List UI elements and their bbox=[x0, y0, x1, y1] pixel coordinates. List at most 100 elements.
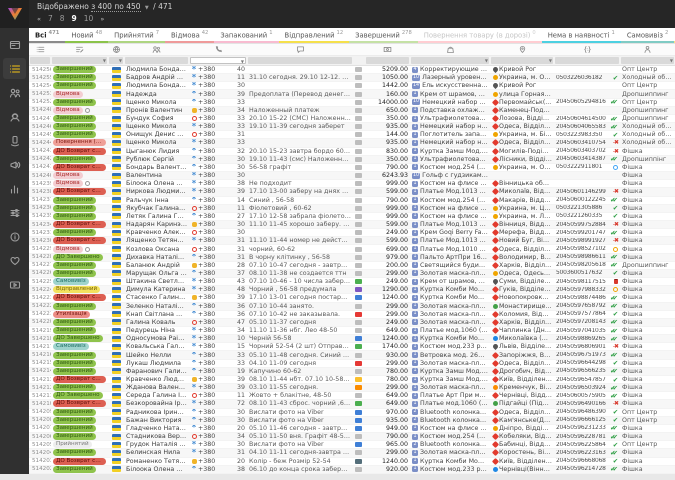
status-column-header[interactable] bbox=[51, 44, 108, 55]
tab-Самовивіз[interactable]: Самовивіз2 bbox=[621, 28, 674, 43]
delivery-city: Дніпро, Відділе... bbox=[499, 425, 552, 432]
sidebar-item-customers[interactable] bbox=[3, 82, 26, 103]
phone-prefix: +380 bbox=[198, 205, 215, 212]
column-filter-input[interactable] bbox=[125, 57, 188, 64]
column-filter-input[interactable]: ▼ bbox=[621, 57, 674, 64]
sidebar-item-orders[interactable] bbox=[3, 58, 26, 79]
tab-Новий[interactable]: Новий48 bbox=[65, 28, 108, 43]
delivery-city: Миколаївка (Од... bbox=[499, 335, 552, 342]
column-filter-input[interactable] bbox=[248, 57, 352, 64]
payment-icon bbox=[355, 442, 362, 447]
total-column-header[interactable] bbox=[365, 44, 410, 55]
order-row[interactable]: 514230ДО Возврат ск...Лященко Тетяна Іва… bbox=[29, 237, 675, 245]
country-cell bbox=[108, 450, 124, 456]
column-filter-input[interactable] bbox=[366, 57, 409, 64]
order-row[interactable]: 514202ЗавершенийБілоока Олена Петр...*+3… bbox=[29, 466, 675, 474]
order-row[interactable]: 514254ЗавершенийЛюдмила Бондарен...*+380… bbox=[29, 82, 675, 90]
order-row[interactable]: 514239ВідмоваБілоока Олена Петр...*+3803… bbox=[29, 180, 675, 188]
column-filter-input[interactable]: ▼ bbox=[411, 57, 489, 64]
status-badge: Завершений bbox=[53, 449, 96, 456]
order-row[interactable]: 514226ЗавершенийМарущак Ольга Іва...*+38… bbox=[29, 270, 675, 278]
column-filter-input[interactable]: ▼ bbox=[491, 57, 553, 64]
delivery-cell: Монастирище, ... bbox=[490, 303, 554, 310]
products-column-header[interactable] bbox=[410, 44, 490, 55]
page-button[interactable]: 7 bbox=[48, 14, 53, 23]
order-row[interactable]: 514241ДО Возврат ск...Бондарь Валентина.… bbox=[29, 164, 675, 172]
order-row[interactable]: 514255ЗавершенийБадров Андрій Вікт...*+3… bbox=[29, 74, 675, 82]
tab-Завершений[interactable]: Завершений278 bbox=[349, 28, 418, 43]
sidebar-item-dashboard[interactable] bbox=[3, 34, 26, 55]
sidebar-item-care[interactable] bbox=[3, 250, 26, 271]
order-row[interactable]: 514231ЗавершенийКравченко Алексей+380302… bbox=[29, 229, 675, 237]
campaign-cell: Фішка bbox=[620, 221, 675, 228]
client-cell: Кравченко Людмила bbox=[124, 376, 189, 383]
tab-Повернення товару (в дорозі)[interactable]: Повернення товару (в дорозі)0 bbox=[418, 28, 542, 43]
page-button[interactable]: 8 bbox=[60, 14, 65, 23]
ttn-number: 20450599201747 bbox=[556, 230, 606, 236]
tab-Всі[interactable]: Всі471 bbox=[29, 28, 65, 43]
phone-column-header[interactable] bbox=[189, 44, 247, 55]
payment-icon bbox=[355, 140, 362, 145]
sidebar-item-callback[interactable] bbox=[3, 130, 26, 151]
sidebar-item-call-center[interactable] bbox=[3, 106, 26, 127]
page-button[interactable]: 9 bbox=[72, 14, 77, 23]
sidebar-item-info[interactable] bbox=[3, 226, 26, 247]
country-column-header[interactable] bbox=[108, 44, 124, 55]
client-cell: Бажан Виктория bbox=[124, 417, 189, 424]
order-id: 514221 bbox=[29, 311, 51, 317]
phone-suffix: 11 bbox=[237, 205, 245, 212]
ukraine-flag-icon bbox=[112, 132, 121, 138]
products-cell: 1Куртка Замш Мод. 250 (1шт. х 8... bbox=[410, 148, 490, 155]
delivered-check-icon: ✔ bbox=[613, 416, 618, 424]
campaign-column-header[interactable] bbox=[620, 44, 675, 55]
column-filter-input[interactable]: ▼ bbox=[190, 57, 246, 64]
id-column-header[interactable] bbox=[29, 44, 51, 55]
order-id: 514252 bbox=[29, 99, 51, 105]
marketing-icon bbox=[9, 159, 21, 171]
tab-Нема в наявності[interactable]: Нема в наявності1 bbox=[542, 28, 621, 43]
ttn-status-icon: ✔✔ bbox=[610, 449, 618, 457]
order-row[interactable]: 514235ЗавершенийЛетяк Галина Григо...*+3… bbox=[29, 213, 675, 221]
last-page-button[interactable]: » bbox=[100, 15, 104, 23]
payment-column-header[interactable] bbox=[353, 44, 365, 55]
ttn-column-header[interactable] bbox=[554, 44, 620, 55]
sidebar-item-statistics[interactable] bbox=[3, 178, 26, 199]
comment-column-header[interactable] bbox=[247, 44, 353, 55]
sidebar-item-video[interactable] bbox=[3, 274, 26, 295]
app-logo[interactable] bbox=[0, 0, 29, 28]
delivery-column-header[interactable] bbox=[490, 44, 554, 55]
order-row[interactable]: 514252ЗавершенийІщенко Микола*+380331400… bbox=[29, 99, 675, 107]
tab-Відмова[interactable]: Відмова42 bbox=[165, 28, 214, 43]
client-column-header[interactable] bbox=[124, 44, 189, 55]
column-filter-input[interactable]: ▼ bbox=[52, 57, 107, 64]
order-row[interactable]: 514218ДО ЗавершеноОдносумова Раіса І...*… bbox=[29, 335, 675, 343]
sidebar-item-marketing[interactable] bbox=[3, 154, 26, 175]
column-filter-input[interactable] bbox=[555, 57, 619, 64]
page-button[interactable]: 10 bbox=[84, 14, 94, 23]
customer-name: Дихавка Наталія Си... bbox=[126, 254, 187, 261]
country-cell bbox=[108, 197, 124, 203]
sidebar-item-settings[interactable] bbox=[3, 202, 26, 223]
opera-source-icon bbox=[191, 393, 197, 398]
order-row[interactable]: 514211ДО ЗавершеноСереда Галина Івані...… bbox=[29, 392, 675, 400]
column-filter-input[interactable]: ▼ bbox=[109, 57, 123, 64]
order-row[interactable]: 514225СамовивізШтакина Светлана*+3804307… bbox=[29, 278, 675, 286]
ukraine-flag-icon bbox=[112, 99, 121, 105]
campaign-cell: Фішка bbox=[620, 343, 675, 350]
tab-Відправлений[interactable]: Відправлений12 bbox=[279, 28, 350, 43]
client-cell: Лященко Тетяна Іва... bbox=[124, 237, 189, 244]
shown-range-selector[interactable]: з 400 по 450 bbox=[91, 2, 140, 12]
order-row[interactable]: 514244Повернення (з...Іщенко Микола*+380… bbox=[29, 139, 675, 147]
products-cell: 1Подставка охлаждающая для н... bbox=[410, 107, 490, 114]
star-source-icon: * bbox=[191, 174, 197, 178]
order-row[interactable]: 514240ВідмоваВалентина*+380306243.9310Го… bbox=[29, 172, 675, 180]
tab-Запакований[interactable]: Запакований1 bbox=[214, 28, 278, 43]
delivery-cell: Харків, Відділе... bbox=[490, 262, 554, 269]
comment-cell: 31.10 сегодня. 29.10 12-12. нб... bbox=[247, 74, 353, 81]
order-row[interactable]: 514245ЗавершенийОнищук Денис Сергі...+38… bbox=[29, 131, 675, 139]
order-id: 514219 bbox=[29, 328, 51, 334]
first-page-button[interactable]: « bbox=[37, 15, 41, 23]
column-filter-input[interactable] bbox=[30, 57, 50, 64]
order-row[interactable]: 514242ЗавершенийРублюк Сергій*+3803019.1… bbox=[29, 156, 675, 164]
tab-Прийнятий[interactable]: Прийнятий7 bbox=[108, 28, 165, 43]
